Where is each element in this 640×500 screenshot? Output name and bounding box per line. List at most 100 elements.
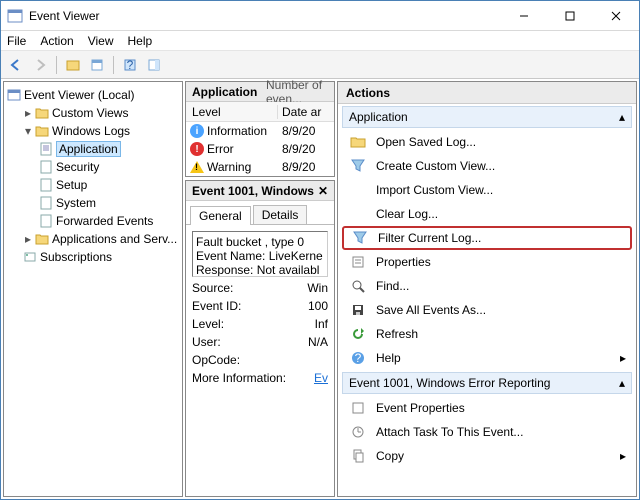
row-level: Warning [207, 160, 251, 174]
tree-forwarded[interactable]: Forwarded Events [38, 212, 180, 230]
help-button[interactable]: ? [119, 54, 141, 76]
tab-details[interactable]: Details [253, 205, 308, 224]
expand-icon[interactable]: ▸ [22, 106, 34, 120]
app-icon [7, 8, 23, 24]
opcode-label: OpCode: [192, 353, 272, 367]
log-icon [38, 159, 54, 175]
log-icon [38, 177, 54, 193]
error-icon: ! [190, 142, 204, 156]
tree-root[interactable]: Event Viewer (Local) [6, 86, 180, 104]
col-date[interactable]: Date ar [278, 105, 334, 119]
action-copy[interactable]: Copy▸ [342, 444, 632, 468]
folder-icon [34, 123, 50, 139]
menu-help[interactable]: Help [128, 34, 153, 48]
action-attach-task[interactable]: Attach Task To This Event... [342, 420, 632, 444]
chevron-right-icon: ▸ [620, 449, 626, 463]
tree-system-label: System [56, 196, 96, 210]
save-icon [350, 302, 366, 318]
back-button[interactable] [5, 54, 27, 76]
expand-icon[interactable]: ▸ [22, 232, 34, 246]
detail-pane: Application Number of even... Level Date… [185, 81, 335, 497]
col-level[interactable]: Level [186, 105, 278, 119]
tree-application[interactable]: Application [38, 140, 180, 158]
tree-system[interactable]: System [38, 194, 180, 212]
tree-custom-views[interactable]: ▸ Custom Views [22, 104, 180, 122]
actions-pane-button[interactable] [143, 54, 165, 76]
blank-icon [350, 182, 366, 198]
window-title: Event Viewer [29, 9, 501, 23]
menu-view[interactable]: View [88, 34, 114, 48]
tree-windows-logs-label: Windows Logs [52, 124, 130, 138]
tree-setup-label: Setup [56, 178, 87, 192]
list-columns: Level Date ar [186, 102, 334, 122]
actions-section-application[interactable]: Application ▴ [342, 106, 632, 128]
action-properties[interactable]: Properties [342, 250, 632, 274]
menubar: File Action View Help [1, 31, 639, 51]
properties-icon [350, 254, 366, 270]
event-row[interactable]: iInformation 8/9/20 [186, 122, 334, 140]
fault-text: Fault bucket , type 0 Event Name: LiveKe… [192, 231, 328, 277]
maximize-button[interactable] [547, 1, 593, 30]
toolbar: ? [1, 51, 639, 79]
action-clear-log[interactable]: Clear Log... [342, 202, 632, 226]
actions-section-event[interactable]: Event 1001, Windows Error Reporting ▴ [342, 372, 632, 394]
tree-app-services[interactable]: ▸ Applications and Serv... [22, 230, 180, 248]
collapse-icon: ▴ [619, 110, 625, 124]
detail-tabs: General Details [186, 201, 334, 225]
tree-subscriptions-label: Subscriptions [40, 250, 112, 264]
event-list-pane: Application Number of even... Level Date… [185, 81, 335, 177]
tree-custom-views-label: Custom Views [52, 106, 128, 120]
collapse-icon[interactable]: ▾ [22, 124, 34, 138]
menu-action[interactable]: Action [40, 34, 73, 48]
event-detail-pane: Event 1001, Windows ✕ General Details Fa… [185, 180, 335, 497]
action-help[interactable]: ?Help▸ [342, 346, 632, 370]
export-list-button[interactable] [86, 54, 108, 76]
warning-icon [190, 161, 204, 173]
copy-icon [350, 448, 366, 464]
action-import-custom-view[interactable]: Import Custom View... [342, 178, 632, 202]
action-save-all-events[interactable]: Save All Events As... [342, 298, 632, 322]
eventid-label: Event ID: [192, 299, 272, 313]
collapse-icon: ▴ [619, 376, 625, 390]
moreinfo-link[interactable]: Ev [302, 371, 328, 385]
row-date: 8/9/20 [278, 160, 334, 174]
actions-section-label: Application [349, 110, 408, 124]
event-row[interactable]: Warning 8/9/20 [186, 158, 334, 176]
tree-windows-logs[interactable]: ▾ Windows Logs [22, 122, 180, 140]
minimize-button[interactable] [501, 1, 547, 30]
source-label: Source: [192, 281, 272, 295]
eventid-value: 100 [272, 299, 328, 313]
titlebar[interactable]: Event Viewer [1, 1, 639, 31]
close-detail-icon[interactable]: ✕ [318, 184, 328, 198]
event-row[interactable]: !Error 8/9/20 [186, 140, 334, 158]
action-refresh[interactable]: Refresh [342, 322, 632, 346]
properties-icon [350, 400, 366, 416]
forward-button[interactable] [29, 54, 51, 76]
row-date: 8/9/20 [278, 142, 334, 156]
action-open-saved-log[interactable]: Open Saved Log... [342, 130, 632, 154]
row-date: 8/9/20 [278, 124, 334, 138]
blank-icon [350, 206, 366, 222]
log-icon [38, 213, 54, 229]
action-event-properties[interactable]: Event Properties [342, 396, 632, 420]
list-header-title: Application [186, 85, 266, 99]
source-value: Win [272, 281, 328, 295]
tree-root-label: Event Viewer (Local) [24, 88, 135, 102]
tree-setup[interactable]: Setup [38, 176, 180, 194]
attach-task-icon [350, 424, 366, 440]
action-create-custom-view[interactable]: Create Custom View... [342, 154, 632, 178]
close-button[interactable] [593, 1, 639, 30]
level-value: Inf [272, 317, 328, 331]
find-icon [350, 278, 366, 294]
tab-general[interactable]: General [190, 206, 251, 225]
action-find[interactable]: Find... [342, 274, 632, 298]
menu-file[interactable]: File [7, 34, 26, 48]
svg-text:?: ? [127, 58, 134, 72]
event-viewer-window: Event Viewer File Action View Help ? [0, 0, 640, 500]
log-icon [38, 141, 54, 157]
tree-security[interactable]: Security [38, 158, 180, 176]
show-hide-tree-button[interactable] [62, 54, 84, 76]
row-level: Error [207, 142, 234, 156]
tree-subscriptions[interactable]: Subscriptions [22, 248, 180, 266]
action-filter-current-log[interactable]: Filter Current Log... [342, 226, 632, 250]
